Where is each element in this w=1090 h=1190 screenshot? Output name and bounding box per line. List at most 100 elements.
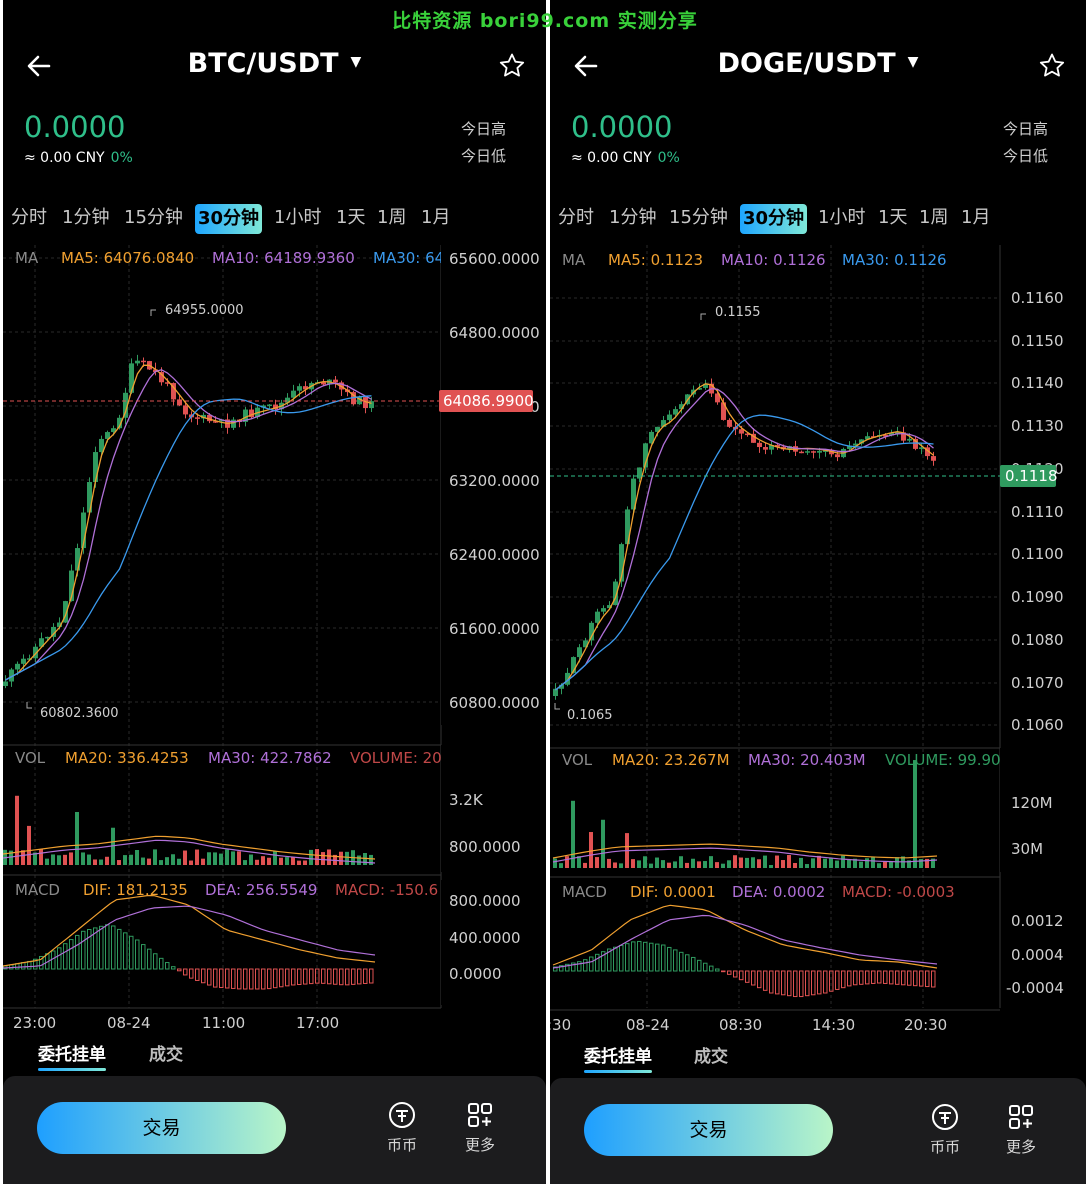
grid-more-icon <box>1009 1105 1033 1129</box>
tab-30min[interactable]: 30分钟 <box>740 204 808 234</box>
volume-bar <box>279 857 283 865</box>
tab-30min[interactable]: 30分钟 <box>195 204 263 234</box>
tab-15min[interactable]: 15分钟 <box>124 203 183 233</box>
tab-1min[interactable]: 1分钟 <box>609 203 656 233</box>
vol-ma20-label: MA20: 336.4253 <box>65 749 189 767</box>
kline-chart[interactable]: MA MA5: 64076.0840 MA10: 64189.9360 MA30… <box>3 240 546 1040</box>
max-price-label: 0.1155 <box>715 305 761 320</box>
more-nav[interactable]: 更多 <box>996 1102 1046 1157</box>
volume-bar <box>27 825 31 865</box>
macd-bar <box>889 970 894 985</box>
ma-line <box>5 369 372 681</box>
today-high-label: 今日高 <box>1003 120 1049 138</box>
volume-bar <box>607 858 611 868</box>
kline-chart[interactable]: MA MA5: 0.1123 MA10: 0.1126 MA30: 0.1126… <box>550 240 1086 1040</box>
volume-bar <box>703 861 707 868</box>
volume-bar <box>895 857 899 868</box>
x-tick: 11:00 <box>202 1014 245 1032</box>
star-icon[interactable] <box>498 52 526 80</box>
macd-bar <box>907 970 912 986</box>
macd-bar <box>81 930 86 970</box>
macd-bar <box>655 943 660 972</box>
tab-1month[interactable]: 1月 <box>421 203 450 233</box>
volume-bar <box>75 811 79 865</box>
pair-selector[interactable]: BTC/USDT ▼ <box>3 48 546 79</box>
tab-orders[interactable]: 委托挂单 <box>584 1042 652 1073</box>
macd-bar <box>285 968 290 987</box>
volume-bar <box>129 854 133 865</box>
volume-bar <box>63 854 67 865</box>
macd-bar <box>763 970 768 991</box>
macd-tick: 400.0000 <box>449 929 521 947</box>
volume-bar <box>135 849 139 865</box>
volume-bar <box>39 849 43 865</box>
macd-bar <box>189 968 194 979</box>
volume-bar <box>183 850 187 865</box>
tab-timeline[interactable]: 分时 <box>558 203 594 233</box>
dif-label: DIF: 181.2135 <box>83 881 188 899</box>
tab-1week[interactable]: 1周 <box>919 203 948 233</box>
macd-bar <box>613 946 618 972</box>
pair-selector[interactable]: DOGE/USDT ▼ <box>550 48 1086 79</box>
macd-bar <box>153 953 158 970</box>
footer-bar: 交易 币币 更多 <box>3 1076 546 1184</box>
y-tick: 0.1140 <box>1011 374 1064 392</box>
tab-15min[interactable]: 15分钟 <box>669 203 728 233</box>
macd-label: MACD <box>562 883 607 901</box>
x-tick: 08-24 <box>107 1014 151 1032</box>
tab-1day[interactable]: 1天 <box>336 203 365 233</box>
last-price: 0.0000 <box>24 110 126 144</box>
volume-bar <box>315 849 319 865</box>
macd-bar <box>745 970 750 983</box>
min-price-label: 60802.3600 <box>40 706 119 721</box>
y-tick: 0.1150 <box>1011 332 1064 350</box>
tab-orders[interactable]: 委托挂单 <box>38 1040 106 1071</box>
volume-bar <box>195 849 199 865</box>
y-tick: 64800.0000 <box>449 324 540 342</box>
macd-bar <box>751 970 756 986</box>
macd-bar <box>243 968 248 990</box>
macd-label: MACD <box>15 881 60 899</box>
tab-1min[interactable]: 1分钟 <box>62 203 109 233</box>
trade-button[interactable]: 交易 <box>37 1102 286 1154</box>
tab-deals[interactable]: 成交 <box>694 1042 728 1067</box>
min-pointer <box>26 702 32 709</box>
coin-nav[interactable]: 币币 <box>377 1100 427 1155</box>
min-pointer <box>554 703 560 710</box>
tab-1month[interactable]: 1月 <box>961 203 990 233</box>
volume-bar <box>147 858 151 865</box>
coin-nav[interactable]: 币币 <box>920 1102 970 1157</box>
caret-down-icon: ▼ <box>907 54 919 70</box>
candle-body <box>291 390 296 398</box>
volume-bar <box>153 849 157 865</box>
candle-body <box>93 452 98 483</box>
volume-bar <box>583 862 587 868</box>
candle-body <box>141 360 146 363</box>
volume-bar <box>739 857 743 868</box>
ma10-label: MA10: 64189.9360 <box>212 249 355 267</box>
volume-bar <box>913 760 917 868</box>
tab-1hour[interactable]: 1小时 <box>818 203 865 233</box>
tab-1day[interactable]: 1天 <box>878 203 907 233</box>
more-nav[interactable]: 更多 <box>455 1100 505 1155</box>
tab-1hour[interactable]: 1小时 <box>274 203 321 233</box>
volume-bar <box>213 852 217 865</box>
tab-deals[interactable]: 成交 <box>149 1040 183 1065</box>
candle-body <box>333 379 338 383</box>
ma-line <box>555 388 934 691</box>
volume-bar <box>805 864 809 868</box>
candle-body <box>177 399 182 406</box>
header-bar: DOGE/USDT ▼ <box>550 40 1086 96</box>
y-tick: 0.1110 <box>1011 503 1064 521</box>
candle-body <box>811 451 816 453</box>
star-icon[interactable] <box>1038 52 1066 80</box>
trade-button[interactable]: 交易 <box>584 1104 833 1156</box>
volume-bar <box>793 862 797 868</box>
vol-ma30-label: MA30: 422.7862 <box>208 749 332 767</box>
volume-bar <box>565 856 569 868</box>
ma5-label: MA5: 64076.0840 <box>61 249 194 267</box>
tab-timeline[interactable]: 分时 <box>11 203 47 233</box>
change-percent: 0% <box>110 150 133 166</box>
tab-1week[interactable]: 1周 <box>377 203 406 233</box>
volume-bar <box>667 862 671 868</box>
